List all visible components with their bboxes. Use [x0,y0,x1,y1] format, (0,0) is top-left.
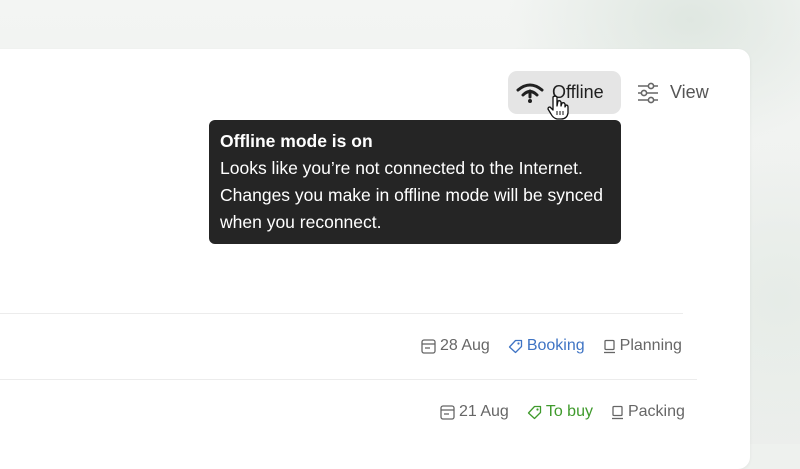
hand-cursor-icon [546,95,570,121]
row-divider [0,379,697,380]
task-date-text: 21 Aug [459,403,509,420]
row-divider [0,313,683,314]
task-project-text: Planning [619,337,682,354]
task-row-meta: 21 Aug To buy Packing [440,403,685,421]
task-label-text: To buy [545,403,593,420]
task-label[interactable]: To buy [527,403,593,421]
task-label-text: Booking [526,337,585,354]
wifi-off-icon [516,82,544,104]
calendar-icon [440,404,455,420]
task-project[interactable]: Packing [611,403,685,421]
task-date[interactable]: 28 Aug [421,337,490,355]
view-label: View [670,82,709,102]
task-label[interactable]: Booking [508,337,585,355]
task-row-meta: 28 Aug Booking Planning [421,337,682,355]
calendar-icon [421,338,436,354]
task-date[interactable]: 21 Aug [440,403,509,421]
task-project[interactable]: Planning [603,337,682,355]
view-button[interactable]: View [636,71,709,114]
tooltip-body: Looks like you’re not connected to the I… [220,158,603,232]
section-icon [611,405,624,420]
tag-icon [527,405,542,420]
task-date-text: 28 Aug [440,337,490,354]
tag-icon [508,339,523,354]
tooltip-title: Offline mode is on [220,131,373,151]
section-icon [603,339,616,354]
offline-tooltip: Offline mode is on Looks like you’re not… [209,120,621,244]
sliders-icon [636,82,660,104]
task-project-text: Packing [627,403,685,420]
